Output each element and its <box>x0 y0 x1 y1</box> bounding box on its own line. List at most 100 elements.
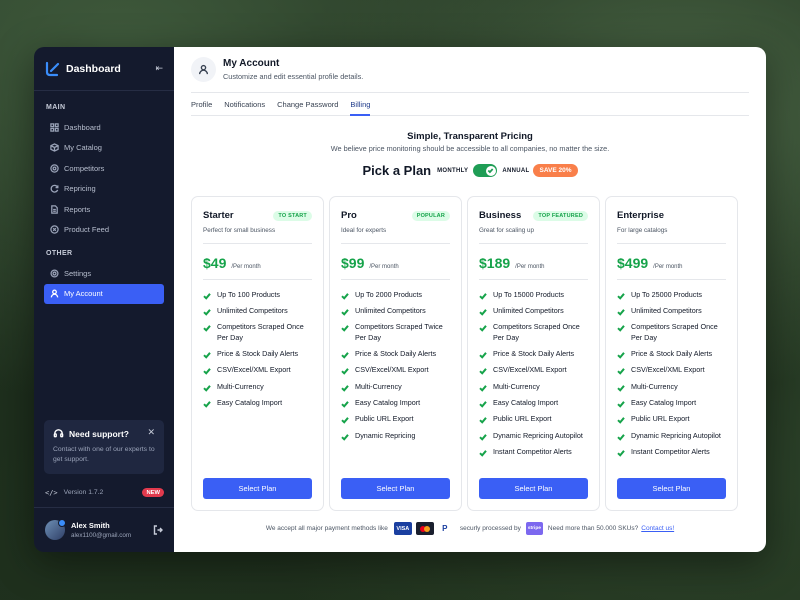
feature-item: Competitors Scraped Twice Per Day <box>341 322 450 344</box>
plan-card-pro: Pro POPULAR Ideal for experts $99/Per month… <box>329 196 462 511</box>
check-icon <box>203 352 211 359</box>
feature-item: Multi-Currency <box>617 382 726 393</box>
feature-list: Up To 15000 Products Unlimited Competitor… <box>479 280 588 458</box>
plan-cards: Starter TO START Perfect for small busines… <box>191 196 738 511</box>
check-icon <box>479 401 487 408</box>
plan-header: Business TOP FEATURED <box>479 210 588 221</box>
user-info: Alex Smith alex1100@gmail.com <box>71 521 131 539</box>
feature-text: Public URL Export <box>355 414 414 424</box>
feature-text: Price & Stock Daily Alerts <box>217 349 299 359</box>
sidebar-item-competitors[interactable]: Competitors <box>44 158 164 179</box>
feature-text: Easy Catalog Import <box>493 398 559 408</box>
main-content: My Account Customize and edit essential … <box>174 47 766 552</box>
sidebar-item-dashboard[interactable]: Dashboard <box>44 117 164 138</box>
feature-item: Instant Competitor Alerts <box>617 447 726 458</box>
plan-description: Great for scaling up <box>479 227 588 244</box>
feature-item: CSV/Excel/XML Export <box>479 365 588 376</box>
grid-icon <box>50 123 59 132</box>
sidebar-item-my-catalog[interactable]: My Catalog <box>44 138 164 159</box>
stripe-icon: stripe <box>525 522 543 535</box>
feature-item: Up To 100 Products <box>203 290 312 301</box>
refresh-icon <box>50 185 59 193</box>
app-window: Dashboard ⇤ MAIN Dashboard My Catalog Comp… <box>34 47 766 552</box>
collapse-sidebar-icon[interactable]: ⇤ <box>155 63 163 74</box>
plan-price: $499 <box>617 255 649 271</box>
annual-label[interactable]: ANNUAL <box>502 168 529 174</box>
feature-text: Price & Stock Daily Alerts <box>493 349 575 359</box>
check-icon <box>617 292 625 300</box>
check-icon <box>617 368 625 376</box>
logo-icon <box>45 61 60 76</box>
check-icon <box>341 384 349 392</box>
plan-header: Pro POPULAR <box>341 210 450 221</box>
price-period: /Per month <box>231 264 261 270</box>
check-icon <box>479 450 487 457</box>
feature-text: Competitors Scraped Once Per Day <box>631 322 718 342</box>
user-profile[interactable]: Alex Smith alex1100@gmail.com <box>34 507 174 552</box>
feature-text: Unlimited Competitors <box>217 305 288 315</box>
feature-item: Up To 2000 Products <box>341 290 450 301</box>
new-badge: NEW <box>142 488 164 497</box>
plan-name: Starter <box>203 210 234 221</box>
feature-text: Up To 25000 Products <box>631 289 702 299</box>
plan-badge: TOP FEATURED <box>533 210 588 221</box>
monthly-label[interactable]: MONTHLY <box>437 168 468 174</box>
feature-item: Unlimited Competitors <box>617 306 726 317</box>
feature-text: Unlimited Competitors <box>631 305 702 315</box>
plan-name: Business <box>479 210 522 221</box>
tab-notifications[interactable]: Notifications <box>224 93 265 115</box>
check-icon <box>479 308 487 316</box>
tab-billing[interactable]: Billing <box>350 93 371 116</box>
sidebar-item-settings[interactable]: Settings <box>44 263 164 284</box>
sidebar-item-reports[interactable]: Reports <box>44 199 164 220</box>
select-plan-button[interactable]: Select Plan <box>617 478 726 499</box>
feature-text: Easy Catalog Import <box>631 398 697 408</box>
sidebar-item-repricing[interactable]: Repricing <box>44 179 164 200</box>
feature-text: Instant Competitor Alerts <box>493 446 572 456</box>
feature-item: Competitors Scraped Once Per Day <box>203 322 312 344</box>
feature-text: Unlimited Competitors <box>493 305 564 315</box>
check-icon <box>479 352 487 359</box>
check-icon <box>203 384 211 392</box>
sidebar-item-my-account[interactable]: My Account <box>44 283 164 304</box>
close-icon[interactable]: ✕ <box>147 427 155 438</box>
check-icon <box>341 292 349 300</box>
tab-profile[interactable]: Profile <box>191 93 212 115</box>
check-icon <box>617 352 625 359</box>
tab-change-password[interactable]: Change Password <box>277 93 338 115</box>
feature-text: Price & Stock Daily Alerts <box>355 349 437 359</box>
contact-us-link[interactable]: Contact us! <box>641 525 674 532</box>
feature-item: Up To 15000 Products <box>479 290 588 301</box>
user-icon <box>198 64 209 75</box>
feature-text: CSV/Excel/XML Export <box>355 365 429 375</box>
page-subtitle: Customize and edit essential profile det… <box>223 72 364 81</box>
check-icon <box>341 417 349 425</box>
logout-icon[interactable] <box>153 525 163 535</box>
feature-item: Public URL Export <box>617 414 726 425</box>
price-row: $499/Per month <box>617 244 726 280</box>
sidebar-item-label: Repricing <box>64 184 96 194</box>
select-plan-button[interactable]: Select Plan <box>203 478 312 499</box>
save-badge: SAVE 20% <box>533 164 578 177</box>
visa-icon: VISA <box>393 522 412 535</box>
select-plan-button[interactable]: Select Plan <box>479 478 588 499</box>
user-icon <box>50 289 59 298</box>
file-icon <box>51 205 58 214</box>
select-plan-button[interactable]: Select Plan <box>341 478 450 499</box>
check-icon <box>203 325 211 332</box>
support-title: Need support? <box>69 428 129 439</box>
feature-text: Public URL Export <box>493 414 552 424</box>
feature-list: Up To 2000 Products Unlimited Competitors… <box>341 280 450 441</box>
sidebar-item-label: My Catalog <box>64 143 102 153</box>
feature-item: Multi-Currency <box>341 382 450 393</box>
box-icon <box>50 143 59 153</box>
feature-item: Easy Catalog Import <box>203 398 312 409</box>
plan-card-starter: Starter TO START Perfect for small busines… <box>191 196 324 511</box>
user-email: alex1100@gmail.com <box>71 532 132 539</box>
check-icon <box>203 308 211 316</box>
check-icon <box>617 401 625 408</box>
rss-icon <box>50 225 59 234</box>
billing-toggle[interactable] <box>473 164 498 177</box>
sidebar-item-product-feed[interactable]: Product Feed <box>44 220 164 241</box>
check-icon <box>203 292 211 300</box>
